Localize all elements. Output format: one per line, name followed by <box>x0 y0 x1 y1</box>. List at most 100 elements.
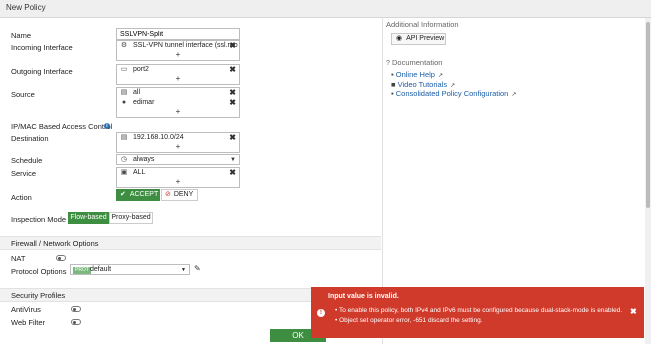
add-outgoing-button[interactable]: + <box>117 75 239 84</box>
accept-button[interactable]: ✔ ACCEPT <box>116 189 160 201</box>
service-icon: ▣ <box>120 169 128 176</box>
video-tutorials-label: Video Tutorials <box>397 80 448 89</box>
add-service-button[interactable]: + <box>117 178 239 187</box>
destination-value: 192.168.10.0/24 <box>133 134 184 141</box>
remove-icon[interactable]: ✖ <box>229 133 236 143</box>
firewall-section-header[interactable]: Firewall / Network Options <box>0 236 381 250</box>
schedule-value: always <box>133 156 155 163</box>
outgoing-interface-field[interactable]: ▭ port2 ✖ + <box>116 64 240 85</box>
source-label: Source <box>11 90 35 99</box>
security-section-title: Security Profiles <box>11 291 66 300</box>
schedule-label: Schedule <box>11 156 43 165</box>
inspection-label: Inspection Mode <box>11 215 67 224</box>
incoming-interface-field[interactable]: ⚙ SSL-VPN tunnel interface (ssl.roo ✖ + <box>116 40 240 61</box>
nat-label: NAT <box>11 254 26 263</box>
source-entry[interactable]: ● edimar ✖ <box>117 98 239 108</box>
firewall-section-title: Firewall / Network Options <box>11 239 99 248</box>
outgoing-interface-label: Outgoing Interface <box>11 67 73 76</box>
eye-icon: ◉ <box>396 35 403 42</box>
book-icon: ▪ <box>391 89 394 98</box>
scrollbar-track[interactable] <box>645 18 651 344</box>
prot-badge: PROT <box>73 266 91 274</box>
documentation-label: Documentation <box>392 58 443 67</box>
address-icon: ▤ <box>120 89 128 96</box>
video-icon: ■ <box>391 80 396 89</box>
destination-entry[interactable]: ▤ 192.168.10.0/24 ✖ <box>117 133 239 143</box>
outgoing-interface-entry[interactable]: ▭ port2 ✖ <box>117 65 239 75</box>
source-entry[interactable]: ▤ all ✖ <box>117 88 239 98</box>
documentation-title: ? Documentation <box>386 58 442 67</box>
help-circle-icon: ? <box>386 60 390 67</box>
outgoing-interface-value: port2 <box>133 66 149 73</box>
webfilter-label: Web Filter <box>11 318 46 327</box>
protocol-options-label: Protocol Options <box>11 267 67 276</box>
destination-label: Destination <box>11 134 49 143</box>
dialog-title: New Policy <box>6 3 46 12</box>
incoming-interface-label: Incoming Interface <box>11 43 73 52</box>
schedule-icon: ◷ <box>120 156 128 163</box>
book-icon: ▪ <box>391 70 394 79</box>
service-value: ALL <box>133 169 146 176</box>
online-help-label: Online Help <box>395 70 435 79</box>
address-icon: ▤ <box>120 134 128 141</box>
api-preview-label: API Preview <box>406 35 445 42</box>
service-label: Service <box>11 169 37 178</box>
user-icon: ● <box>121 99 127 106</box>
add-incoming-button[interactable]: + <box>117 51 239 60</box>
deny-icon: ⊘ <box>165 191 171 198</box>
online-help-link[interactable]: ▪ Online Help ↗ <box>391 70 443 79</box>
check-icon: ✔ <box>120 191 126 198</box>
remove-icon[interactable]: ✖ <box>229 41 236 51</box>
webfilter-toggle[interactable] <box>71 319 81 325</box>
ssl-vpn-icon: ⚙ <box>120 42 128 49</box>
error-toast: ! Input value is invalid. • To enable th… <box>311 287 644 338</box>
error-icon: ! <box>317 309 325 317</box>
interface-port-icon: ▭ <box>120 66 128 73</box>
video-tutorials-link[interactable]: ■ Video Tutorials ↗ <box>391 80 455 89</box>
remove-icon[interactable]: ✖ <box>229 168 236 178</box>
protocol-options-select[interactable]: PROT default ▼ <box>70 264 190 275</box>
accept-label: ACCEPT <box>129 191 159 198</box>
remove-icon[interactable]: ✖ <box>229 88 236 98</box>
schedule-select[interactable]: ◷ always ▼ <box>116 154 240 165</box>
external-link-icon: ↗ <box>511 92 517 98</box>
destination-field[interactable]: ▤ 192.168.10.0/24 ✖ + <box>116 132 240 153</box>
schedule-entry[interactable]: ◷ always ▼ <box>117 155 239 165</box>
chevron-down-icon[interactable]: ▼ <box>230 155 236 165</box>
edit-icon[interactable]: ✎ <box>194 264 201 273</box>
service-entry[interactable]: ▣ ALL ✖ <box>117 168 239 178</box>
consolidated-policy-link[interactable]: ▪ Consolidated Policy Configuration ↗ <box>391 89 516 98</box>
add-source-button[interactable]: + <box>117 108 239 117</box>
source-value: edimar <box>133 99 155 106</box>
dialog-titlebar: New Policy <box>0 0 651 18</box>
add-destination-button[interactable]: + <box>117 143 239 152</box>
chevron-down-icon: ▼ <box>181 267 186 273</box>
remove-icon[interactable]: ✖ <box>229 98 236 108</box>
external-link-icon: ↗ <box>437 73 443 79</box>
error-message: • Object set operator error, -651 discar… <box>335 317 483 324</box>
name-label: Name <box>11 31 32 40</box>
incoming-interface-entry[interactable]: ⚙ SSL-VPN tunnel interface (ssl.roo ✖ <box>117 41 239 51</box>
incoming-interface-value: SSL-VPN tunnel interface (ssl.roo <box>133 42 238 49</box>
action-label: Action <box>11 193 32 202</box>
antivirus-label: AntiVirus <box>11 305 41 314</box>
deny-button[interactable]: ⊘ DENY <box>161 189 198 201</box>
service-field[interactable]: ▣ ALL ✖ + <box>116 167 240 188</box>
info-icon[interactable]: i <box>104 123 110 129</box>
proxy-based-button[interactable]: Proxy-based <box>109 212 153 224</box>
flow-based-button[interactable]: Flow-based <box>68 212 109 224</box>
close-icon[interactable]: ✖ <box>630 307 637 316</box>
error-title: Input value is invalid. <box>328 293 399 300</box>
error-message: • To enable this policy, both IPv4 and I… <box>335 307 623 314</box>
source-field[interactable]: ▤ all ✖ ● edimar ✖ + <box>116 87 240 118</box>
antivirus-toggle[interactable] <box>71 306 81 312</box>
deny-label: DENY <box>173 191 194 198</box>
consolidated-policy-label: Consolidated Policy Configuration <box>395 89 509 98</box>
remove-icon[interactable]: ✖ <box>229 65 236 75</box>
name-input[interactable] <box>116 28 240 40</box>
api-preview-button[interactable]: ◉ API Preview <box>391 33 446 45</box>
additional-info-title: Additional Information <box>386 20 459 29</box>
nat-toggle[interactable] <box>56 255 66 261</box>
source-value: all <box>133 89 141 96</box>
scrollbar-thumb[interactable] <box>646 22 650 208</box>
